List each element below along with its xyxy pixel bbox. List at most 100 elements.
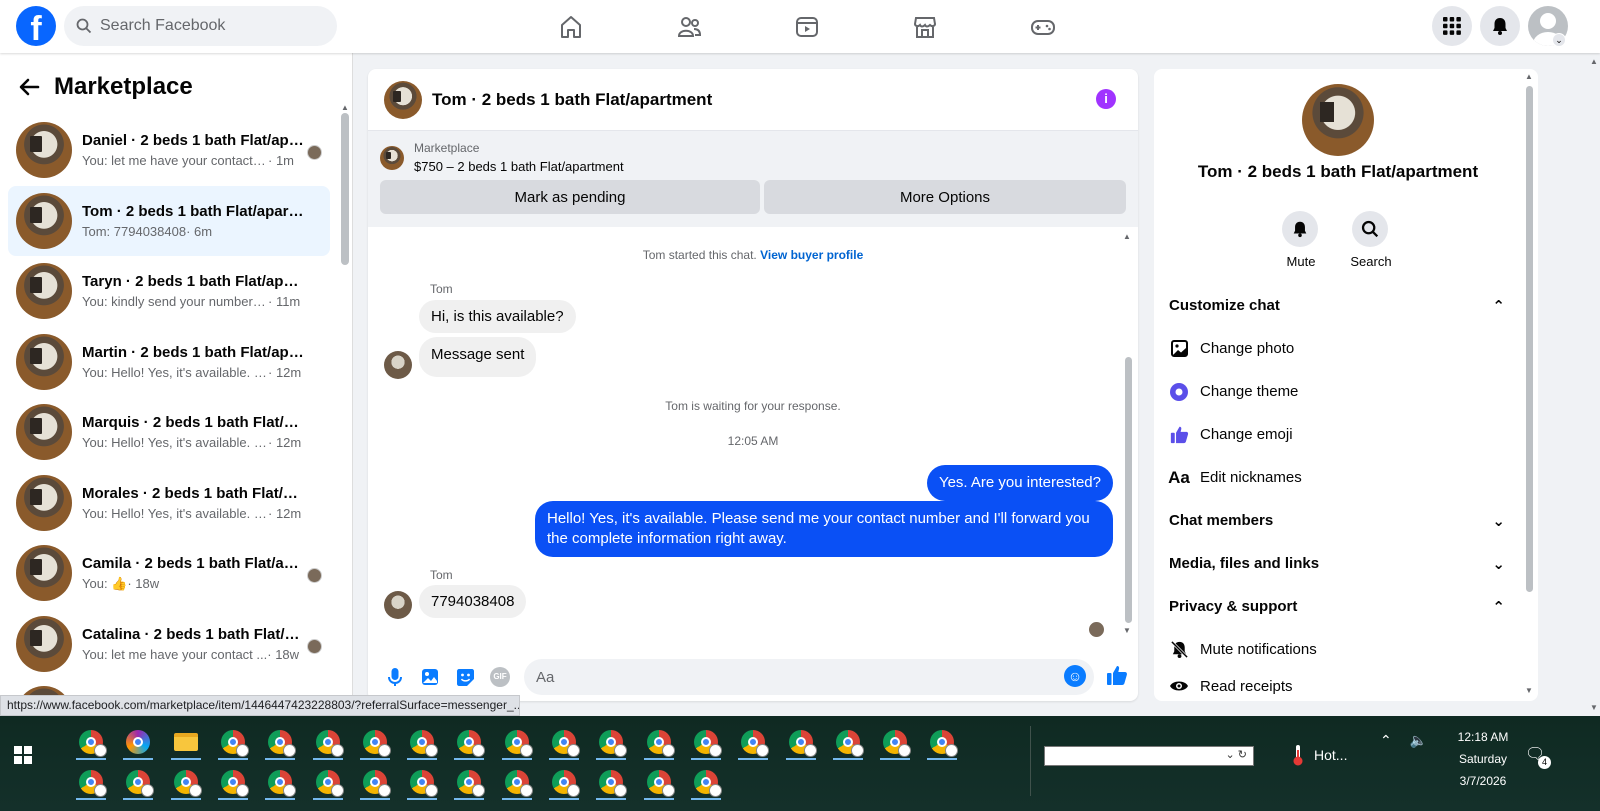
scroll-down-arrow[interactable]: ▼	[1525, 686, 1533, 695]
taskbar-app[interactable]	[638, 724, 680, 760]
more-options-button[interactable]: More Options	[764, 180, 1126, 214]
listing-summary[interactable]: Marketplace $750 – 2 beds 1 bath Flat/ap…	[380, 141, 1126, 174]
taskbar-app[interactable]	[354, 764, 396, 800]
chevron-down-icon[interactable]: ⌄	[1552, 33, 1566, 47]
incoming-message[interactable]: Hi, is this available?	[419, 300, 576, 333]
taskbar-app[interactable]	[448, 764, 490, 800]
conversation-item[interactable]: Catalina · 2 beds 1 bath Flat/a... You: l…	[8, 609, 330, 680]
taskbar-app[interactable]	[496, 764, 538, 800]
taskbar-app[interactable]	[212, 764, 254, 800]
sticker-button[interactable]	[450, 662, 480, 692]
taskbar-app[interactable]	[307, 764, 349, 800]
nav-video[interactable]	[748, 0, 866, 53]
taskbar-app[interactable]	[543, 724, 585, 760]
outgoing-message[interactable]: Hello! Yes, it's available. Please send …	[535, 501, 1113, 557]
mute-notifications-item[interactable]: Mute notifications	[1169, 628, 1509, 671]
taskbar-app[interactable]	[117, 764, 159, 800]
chat-members-section[interactable]: Chat members ⌄	[1169, 499, 1509, 542]
taskbar-app[interactable]	[165, 764, 207, 800]
search-action[interactable]: Search	[1350, 211, 1392, 269]
taskbar-app[interactable]	[590, 764, 632, 800]
scroll-down-arrow[interactable]: ▼	[1123, 626, 1131, 635]
chat-listing-thumbnail[interactable]	[384, 80, 422, 119]
chat-scrollbar[interactable]	[1125, 357, 1132, 623]
taskbar-app[interactable]	[496, 724, 538, 760]
taskbar-app[interactable]	[590, 724, 632, 760]
facebook-logo[interactable]: f	[16, 6, 56, 46]
edit-nicknames-item[interactable]: Aa Edit nicknames	[1168, 456, 1509, 499]
privacy-support-section[interactable]: Privacy & support ⌃	[1169, 585, 1509, 628]
message-input[interactable]	[536, 668, 1036, 686]
change-theme-item[interactable]: Change theme	[1169, 370, 1509, 413]
sender-avatar[interactable]	[384, 351, 412, 379]
media-files-section[interactable]: Media, files and links ⌄	[1169, 542, 1509, 585]
nav-marketplace[interactable]	[866, 0, 984, 53]
voice-clip-button[interactable]	[380, 662, 410, 692]
chat-title[interactable]: Tom · 2 beds 1 bath Flat/apartment	[432, 90, 712, 110]
taskbar-app[interactable]	[685, 764, 727, 800]
conversation-item[interactable]: Martin · 2 beds 1 bath Flat/apart... You:…	[8, 327, 330, 398]
taskbar-app[interactable]	[921, 724, 963, 760]
like-button[interactable]	[1106, 664, 1128, 691]
taskbar-app[interactable]	[638, 764, 680, 800]
nav-home[interactable]	[512, 0, 630, 53]
taskbar-app[interactable]	[780, 724, 822, 760]
sender-avatar[interactable]	[384, 591, 412, 619]
nav-friends[interactable]	[630, 0, 748, 53]
taskbar-app[interactable]	[448, 724, 490, 760]
taskbar-app[interactable]	[543, 764, 585, 800]
incoming-message[interactable]: Message sent	[419, 337, 537, 377]
taskbar-app[interactable]	[165, 724, 207, 760]
taskbar-app[interactable]	[70, 764, 112, 800]
mark-as-pending-button[interactable]: Mark as pending	[380, 180, 760, 214]
info-icon[interactable]: i	[1096, 89, 1116, 109]
search-input[interactable]	[100, 17, 320, 35]
outgoing-message[interactable]: Yes. Are you interested?	[926, 465, 1113, 501]
volume-icon[interactable]: 🔈	[1410, 732, 1427, 748]
chat-profile-photo[interactable]	[1302, 84, 1374, 156]
scroll-up-arrow[interactable]: ▲	[1525, 72, 1533, 81]
gif-button[interactable]: GIF	[485, 662, 515, 692]
back-arrow-icon[interactable]	[18, 76, 40, 98]
change-photo-item[interactable]: Change photo	[1169, 327, 1509, 370]
details-scrollbar[interactable]	[1526, 86, 1533, 592]
read-receipts-item[interactable]: Read receipts	[1169, 671, 1509, 701]
menu-button[interactable]	[1432, 6, 1472, 46]
attach-photo-button[interactable]	[415, 662, 445, 692]
start-button[interactable]	[14, 746, 32, 769]
scroll-up-arrow[interactable]: ▲	[341, 103, 349, 112]
taskbar-app[interactable]	[259, 764, 301, 800]
taskbar-app[interactable]	[732, 724, 774, 760]
search-chat-button[interactable]	[1352, 211, 1388, 247]
conversation-item[interactable]: Morales · 2 beds 1 bath Flat/apa... You: …	[8, 468, 330, 539]
search-box[interactable]	[64, 6, 337, 46]
conversation-item[interactable]: Daniel · 2 beds 1 bath Flat/apa... You: l…	[8, 115, 330, 186]
page-scroll-down-arrow[interactable]: ▼	[1590, 703, 1598, 712]
conversation-item[interactable]: Camila · 2 beds 1 bath Flat/ap... You: 👍 ·…	[8, 538, 330, 609]
taskbar-app[interactable]	[827, 724, 869, 760]
taskbar-app[interactable]	[874, 724, 916, 760]
system-clock[interactable]: 12:18 AM Saturday 3/7/2026	[1448, 726, 1518, 792]
mute-button[interactable]	[1282, 211, 1318, 247]
system-tray[interactable]: ⌃ 🔈	[1380, 732, 1427, 749]
nav-gaming[interactable]	[984, 0, 1102, 53]
taskbar-app[interactable]	[401, 724, 443, 760]
taskbar-app[interactable]	[307, 724, 349, 760]
emoji-icon[interactable]: ☺	[1064, 665, 1086, 687]
conversation-item[interactable]: Marquis · 2 beds 1 bath Flat/apa... You: …	[8, 397, 330, 468]
weather-widget[interactable]: Hot...	[1292, 744, 1347, 766]
mute-action[interactable]: Mute	[1282, 211, 1320, 269]
customize-chat-section[interactable]: Customize chat ⌃	[1169, 284, 1509, 327]
taskbar-app[interactable]	[259, 724, 301, 760]
taskbar-app[interactable]	[401, 764, 443, 800]
sidebar-scrollbar[interactable]	[341, 113, 349, 265]
taskbar-app[interactable]	[70, 724, 112, 760]
notifications-button[interactable]	[1480, 6, 1520, 46]
incoming-message[interactable]: 7794038408	[419, 585, 527, 618]
page-scroll-up-arrow[interactable]: ▲	[1590, 57, 1598, 66]
conversation-item[interactable]: Taryn · 2 beds 1 bath Flat/apart... You: …	[8, 256, 330, 327]
scroll-up-arrow[interactable]: ▲	[1123, 232, 1131, 241]
taskbar-app[interactable]	[212, 724, 254, 760]
change-emoji-item[interactable]: Change emoji	[1169, 413, 1509, 456]
taskbar-app[interactable]	[685, 724, 727, 760]
